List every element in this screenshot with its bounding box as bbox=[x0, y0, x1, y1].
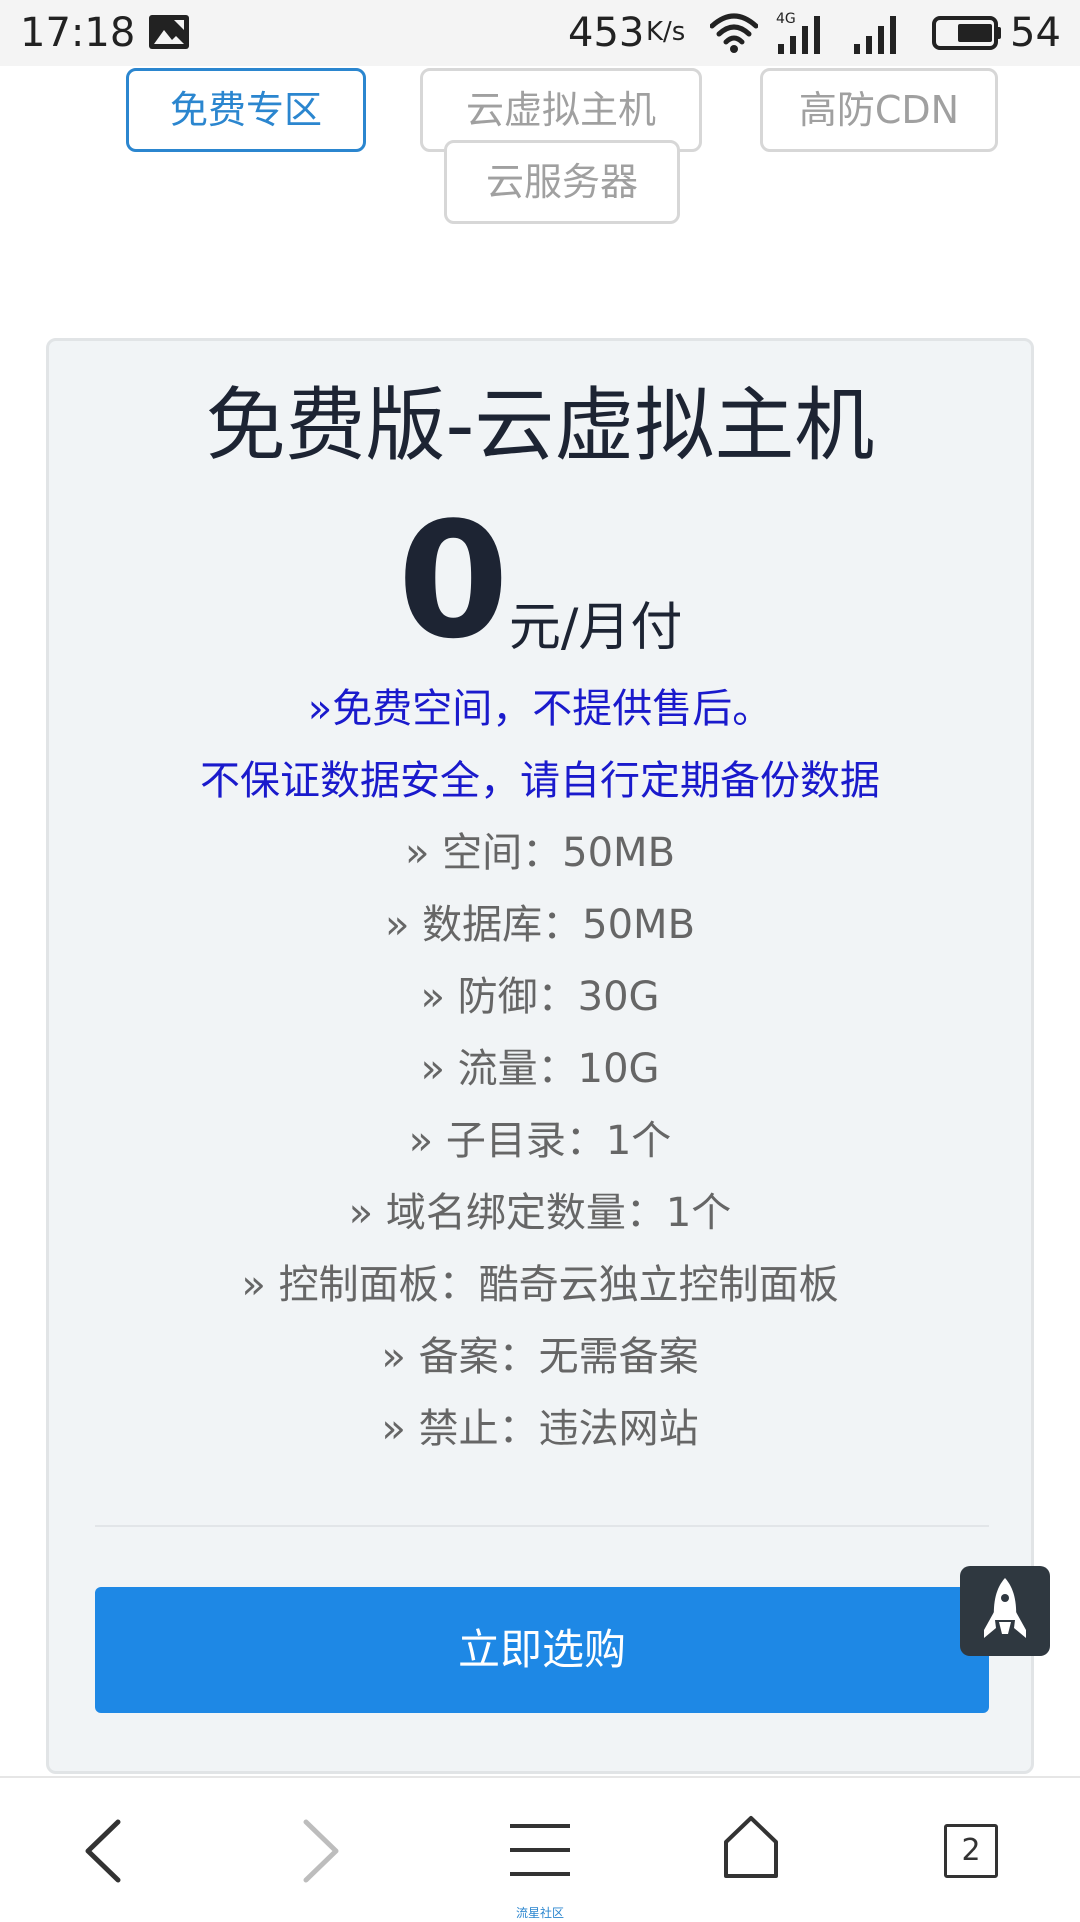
menu-icon[interactable] bbox=[508, 1822, 572, 1878]
tabs-count-button[interactable]: 2 bbox=[944, 1824, 998, 1878]
price-unit: 元/月付 bbox=[508, 598, 683, 658]
notice-line-1: »免费空间，不提供售后。 bbox=[307, 686, 773, 732]
plan-title: 免费版-云虚拟主机 bbox=[205, 379, 875, 472]
tab-free-zone[interactable]: 免费专区 bbox=[126, 68, 366, 152]
status-bar: 17:18 453 K/s 4G 54 bbox=[0, 0, 1080, 66]
rocket-icon bbox=[984, 1578, 1026, 1638]
feature-filing: » 备案：无需备案 bbox=[381, 1334, 699, 1380]
feature-storage: » 空间：50MB bbox=[404, 830, 676, 876]
tab-cloud-server[interactable]: 云服务器 bbox=[444, 140, 680, 224]
back-arrow-icon[interactable] bbox=[78, 1818, 128, 1884]
network-type: 4G bbox=[776, 11, 796, 27]
wifi-icon bbox=[710, 13, 758, 53]
gallery-notification-icon bbox=[149, 15, 189, 49]
feature-subdirectory: » 子目录：1个 bbox=[408, 1118, 672, 1164]
tab-cdn[interactable]: 高防CDN bbox=[760, 68, 998, 152]
notice-line-2: 不保证数据安全，请自行定期备份数据 bbox=[200, 758, 880, 804]
back-to-top-button[interactable] bbox=[960, 1566, 1050, 1656]
forward-arrow-icon[interactable] bbox=[296, 1818, 346, 1884]
feature-domain-binding: » 域名绑定数量：1个 bbox=[348, 1190, 732, 1236]
feature-traffic: » 流量：10G bbox=[420, 1046, 660, 1092]
feature-database: » 数据库：50MB bbox=[384, 902, 696, 948]
battery-icon bbox=[932, 16, 1001, 50]
network-speed-unit: K/s bbox=[646, 17, 686, 47]
signal-icon bbox=[854, 16, 896, 54]
browser-bottom-nav: 2 流星社区 bbox=[0, 1776, 1080, 1922]
plan-card: 免费版-云虚拟主机 0元/月付 »免费空间，不提供售后。 不保证数据安全，请自行… bbox=[46, 338, 1034, 1774]
feature-prohibited: » 禁止：违法网站 bbox=[381, 1406, 699, 1452]
price-amount: 0 bbox=[397, 487, 509, 674]
home-icon[interactable] bbox=[722, 1814, 780, 1880]
buy-now-button[interactable]: 立即选购 bbox=[95, 1587, 989, 1713]
card-divider bbox=[95, 1525, 989, 1527]
feature-control-panel: » 控制面板：酷奇云独立控制面板 bbox=[241, 1262, 839, 1308]
status-time: 17:18 bbox=[20, 10, 136, 56]
price-row: 0元/月付 bbox=[49, 491, 1031, 671]
battery-level: 54 bbox=[1010, 10, 1061, 56]
feature-defense: » 防御：30G bbox=[420, 974, 660, 1020]
network-speed: 453 bbox=[568, 10, 645, 56]
nav-caption: 流星社区 bbox=[515, 1906, 564, 1920]
